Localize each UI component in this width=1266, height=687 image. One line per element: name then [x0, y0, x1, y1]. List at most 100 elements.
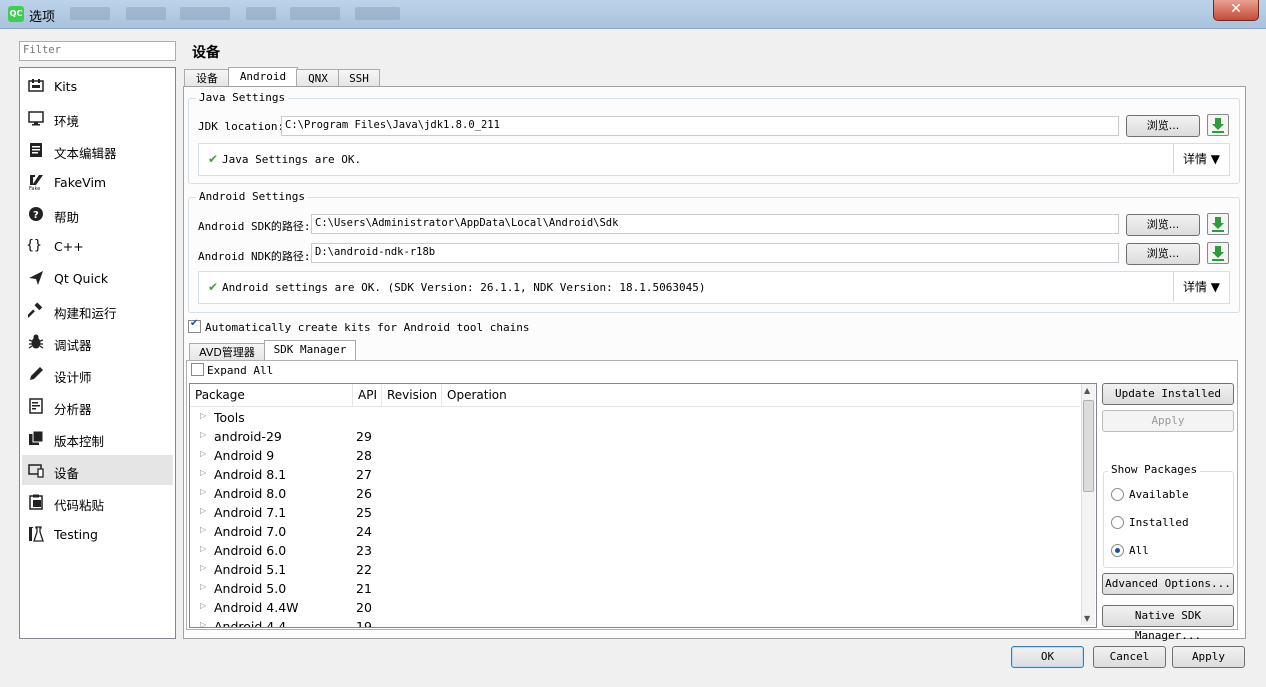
android-details-button[interactable]: 详情 ▼ — [1173, 272, 1229, 302]
package-name: Android 5.1 — [214, 562, 287, 577]
category-label: FakeVim — [54, 175, 107, 190]
category-item-qt-quick[interactable]: Qt Quick — [22, 263, 173, 293]
expand-arrow-icon[interactable]: ▷ — [200, 411, 206, 420]
expand-arrow-icon[interactable]: ▷ — [200, 601, 206, 610]
blurred-taskbar-item — [126, 7, 166, 20]
package-api: 26 — [356, 486, 372, 501]
table-row[interactable]: ▷ Android 9 28 — [190, 446, 1080, 465]
close-button[interactable]: ✕ — [1213, 0, 1259, 21]
scroll-up-icon[interactable]: ▲ — [1084, 386, 1090, 395]
table-row[interactable]: ▷ Android 5.1 22 — [190, 560, 1080, 579]
update-installed-button[interactable]: Update Installed — [1102, 383, 1234, 405]
expand-arrow-icon[interactable]: ▷ — [200, 468, 206, 477]
expand-arrow-icon[interactable]: ▷ — [200, 544, 206, 553]
ndk-path-field[interactable] — [311, 243, 1119, 263]
jdk-download-button[interactable] — [1207, 114, 1229, 136]
category-label: 设备 — [54, 466, 80, 481]
category-item-build-run[interactable]: 构建和运行 — [22, 295, 173, 325]
expand-arrow-icon[interactable]: ▷ — [200, 620, 206, 627]
table-row[interactable]: ▷ Android 5.0 21 — [190, 579, 1080, 598]
category-item-kits[interactable]: Kits — [22, 71, 173, 101]
package-api: 22 — [356, 562, 372, 577]
ndk-path-input[interactable] — [312, 244, 1097, 260]
tab-android[interactable]: Android — [228, 67, 298, 88]
native-sdk-manager-button[interactable]: Native SDK Manager... — [1102, 605, 1234, 642]
category-item-cpp[interactable]: {} C++ — [22, 231, 173, 261]
column-header-revision[interactable]: Revision — [382, 384, 442, 406]
filter-input[interactable] — [20, 42, 173, 58]
category-item-devices[interactable]: 设备 — [22, 455, 173, 485]
cancel-button[interactable]: Cancel — [1093, 646, 1166, 668]
category-item-text-editor[interactable]: 文本编辑器 — [22, 135, 173, 165]
expand-arrow-icon[interactable]: ▷ — [200, 430, 206, 439]
filter-field[interactable] — [19, 41, 176, 61]
kits-icon — [28, 78, 44, 94]
scroll-down-icon[interactable]: ▼ — [1084, 614, 1090, 623]
android-status-text: Android settings are OK. (SDK Version: 2… — [222, 281, 706, 294]
package-name: Tools — [214, 410, 245, 425]
ndk-download-button[interactable] — [1207, 242, 1229, 264]
table-row[interactable]: ▷ Android 8.0 26 — [190, 484, 1080, 503]
table-row[interactable]: ▷ Android 4.4W 20 — [190, 598, 1080, 617]
column-header-operation[interactable]: Operation — [442, 384, 1080, 406]
expand-arrow-icon[interactable]: ▷ — [200, 563, 206, 572]
sdk-apply-button[interactable]: Apply — [1102, 410, 1234, 432]
category-item-environment[interactable]: 环境 — [22, 103, 173, 133]
apply-button[interactable]: Apply — [1172, 646, 1245, 668]
ndk-path-label: Android NDK的路径: — [198, 250, 311, 263]
ok-button[interactable]: OK — [1011, 646, 1084, 668]
category-item-help[interactable]: ? 帮助 — [22, 199, 173, 229]
category-item-analyzer[interactable]: 分析器 — [22, 391, 173, 421]
jdk-browse-button[interactable]: 浏览... — [1126, 115, 1200, 137]
expand-arrow-icon[interactable]: ▷ — [200, 506, 206, 515]
all-radio[interactable] — [1111, 544, 1124, 557]
table-row[interactable]: ▷ Android 7.1 25 — [190, 503, 1080, 522]
android-settings-title: Android Settings — [196, 190, 308, 203]
installed-radio[interactable] — [1111, 516, 1124, 529]
ndk-browse-button[interactable]: 浏览... — [1126, 243, 1200, 265]
category-label: 调试器 — [54, 338, 92, 353]
sdk-path-label: Android SDK的路径: — [198, 220, 311, 233]
category-item-code-paste[interactable]: 代码粘贴 — [22, 487, 173, 517]
expand-arrow-icon[interactable]: ▷ — [200, 487, 206, 496]
blurred-taskbar-item — [246, 7, 276, 20]
category-item-designer[interactable]: 设计师 — [22, 359, 173, 389]
sdk-browse-button[interactable]: 浏览... — [1126, 214, 1200, 236]
column-header-package[interactable]: Package — [190, 384, 353, 406]
jdk-location-field[interactable] — [281, 116, 1119, 136]
auto-create-kits-checkbox[interactable] — [188, 318, 201, 333]
expand-arrow-icon[interactable]: ▷ — [200, 582, 206, 591]
table-row[interactable]: ▷ android-29 29 — [190, 427, 1080, 446]
blurred-taskbar-item — [180, 7, 230, 20]
svg-text:Fake: Fake — [29, 186, 40, 190]
available-radio[interactable] — [1111, 488, 1124, 501]
tree-scrollbar[interactable]: ▲ ▼ — [1081, 384, 1095, 625]
advanced-options-button[interactable]: Advanced Options... — [1102, 573, 1234, 595]
sdk-path-field[interactable] — [311, 214, 1119, 234]
expand-arrow-icon[interactable]: ▷ — [200, 449, 206, 458]
category-item-fakevim[interactable]: Fake FakeVim — [22, 167, 173, 197]
scrollbar-thumb[interactable] — [1083, 400, 1094, 492]
category-item-version-control[interactable]: 版本控制 — [22, 423, 173, 453]
jdk-location-input[interactable] — [282, 117, 1096, 133]
category-item-debugger[interactable]: 调试器 — [22, 327, 173, 357]
sdk-package-tree[interactable]: Package API Revision Operation ▷ Tools ▷ a… — [189, 383, 1097, 628]
java-details-button[interactable]: 详情 ▼ — [1173, 144, 1229, 174]
sdk-download-button[interactable] — [1207, 213, 1229, 235]
package-api: 23 — [356, 543, 372, 558]
category-item-testing[interactable]: Testing — [22, 519, 173, 549]
sdk-path-input[interactable] — [312, 215, 1097, 231]
check-icon: ✔ — [208, 280, 219, 294]
tab-sdk-manager[interactable]: SDK Manager — [264, 340, 356, 362]
column-header-api[interactable]: API — [353, 384, 382, 406]
table-row[interactable]: ▷ Android 8.1 27 — [190, 465, 1080, 484]
table-row[interactable]: ▷ Android 7.0 24 — [190, 522, 1080, 541]
expand-all-checkbox[interactable] — [191, 363, 204, 376]
table-row[interactable]: ▷ Tools — [190, 408, 1080, 427]
fakevim-icon: Fake — [28, 174, 44, 192]
expand-arrow-icon[interactable]: ▷ — [200, 525, 206, 534]
table-row[interactable]: ▷ Android 4.4 19 — [190, 617, 1080, 627]
text-editor-icon — [28, 142, 44, 158]
monitor-icon — [28, 110, 44, 126]
table-row[interactable]: ▷ Android 6.0 23 — [190, 541, 1080, 560]
